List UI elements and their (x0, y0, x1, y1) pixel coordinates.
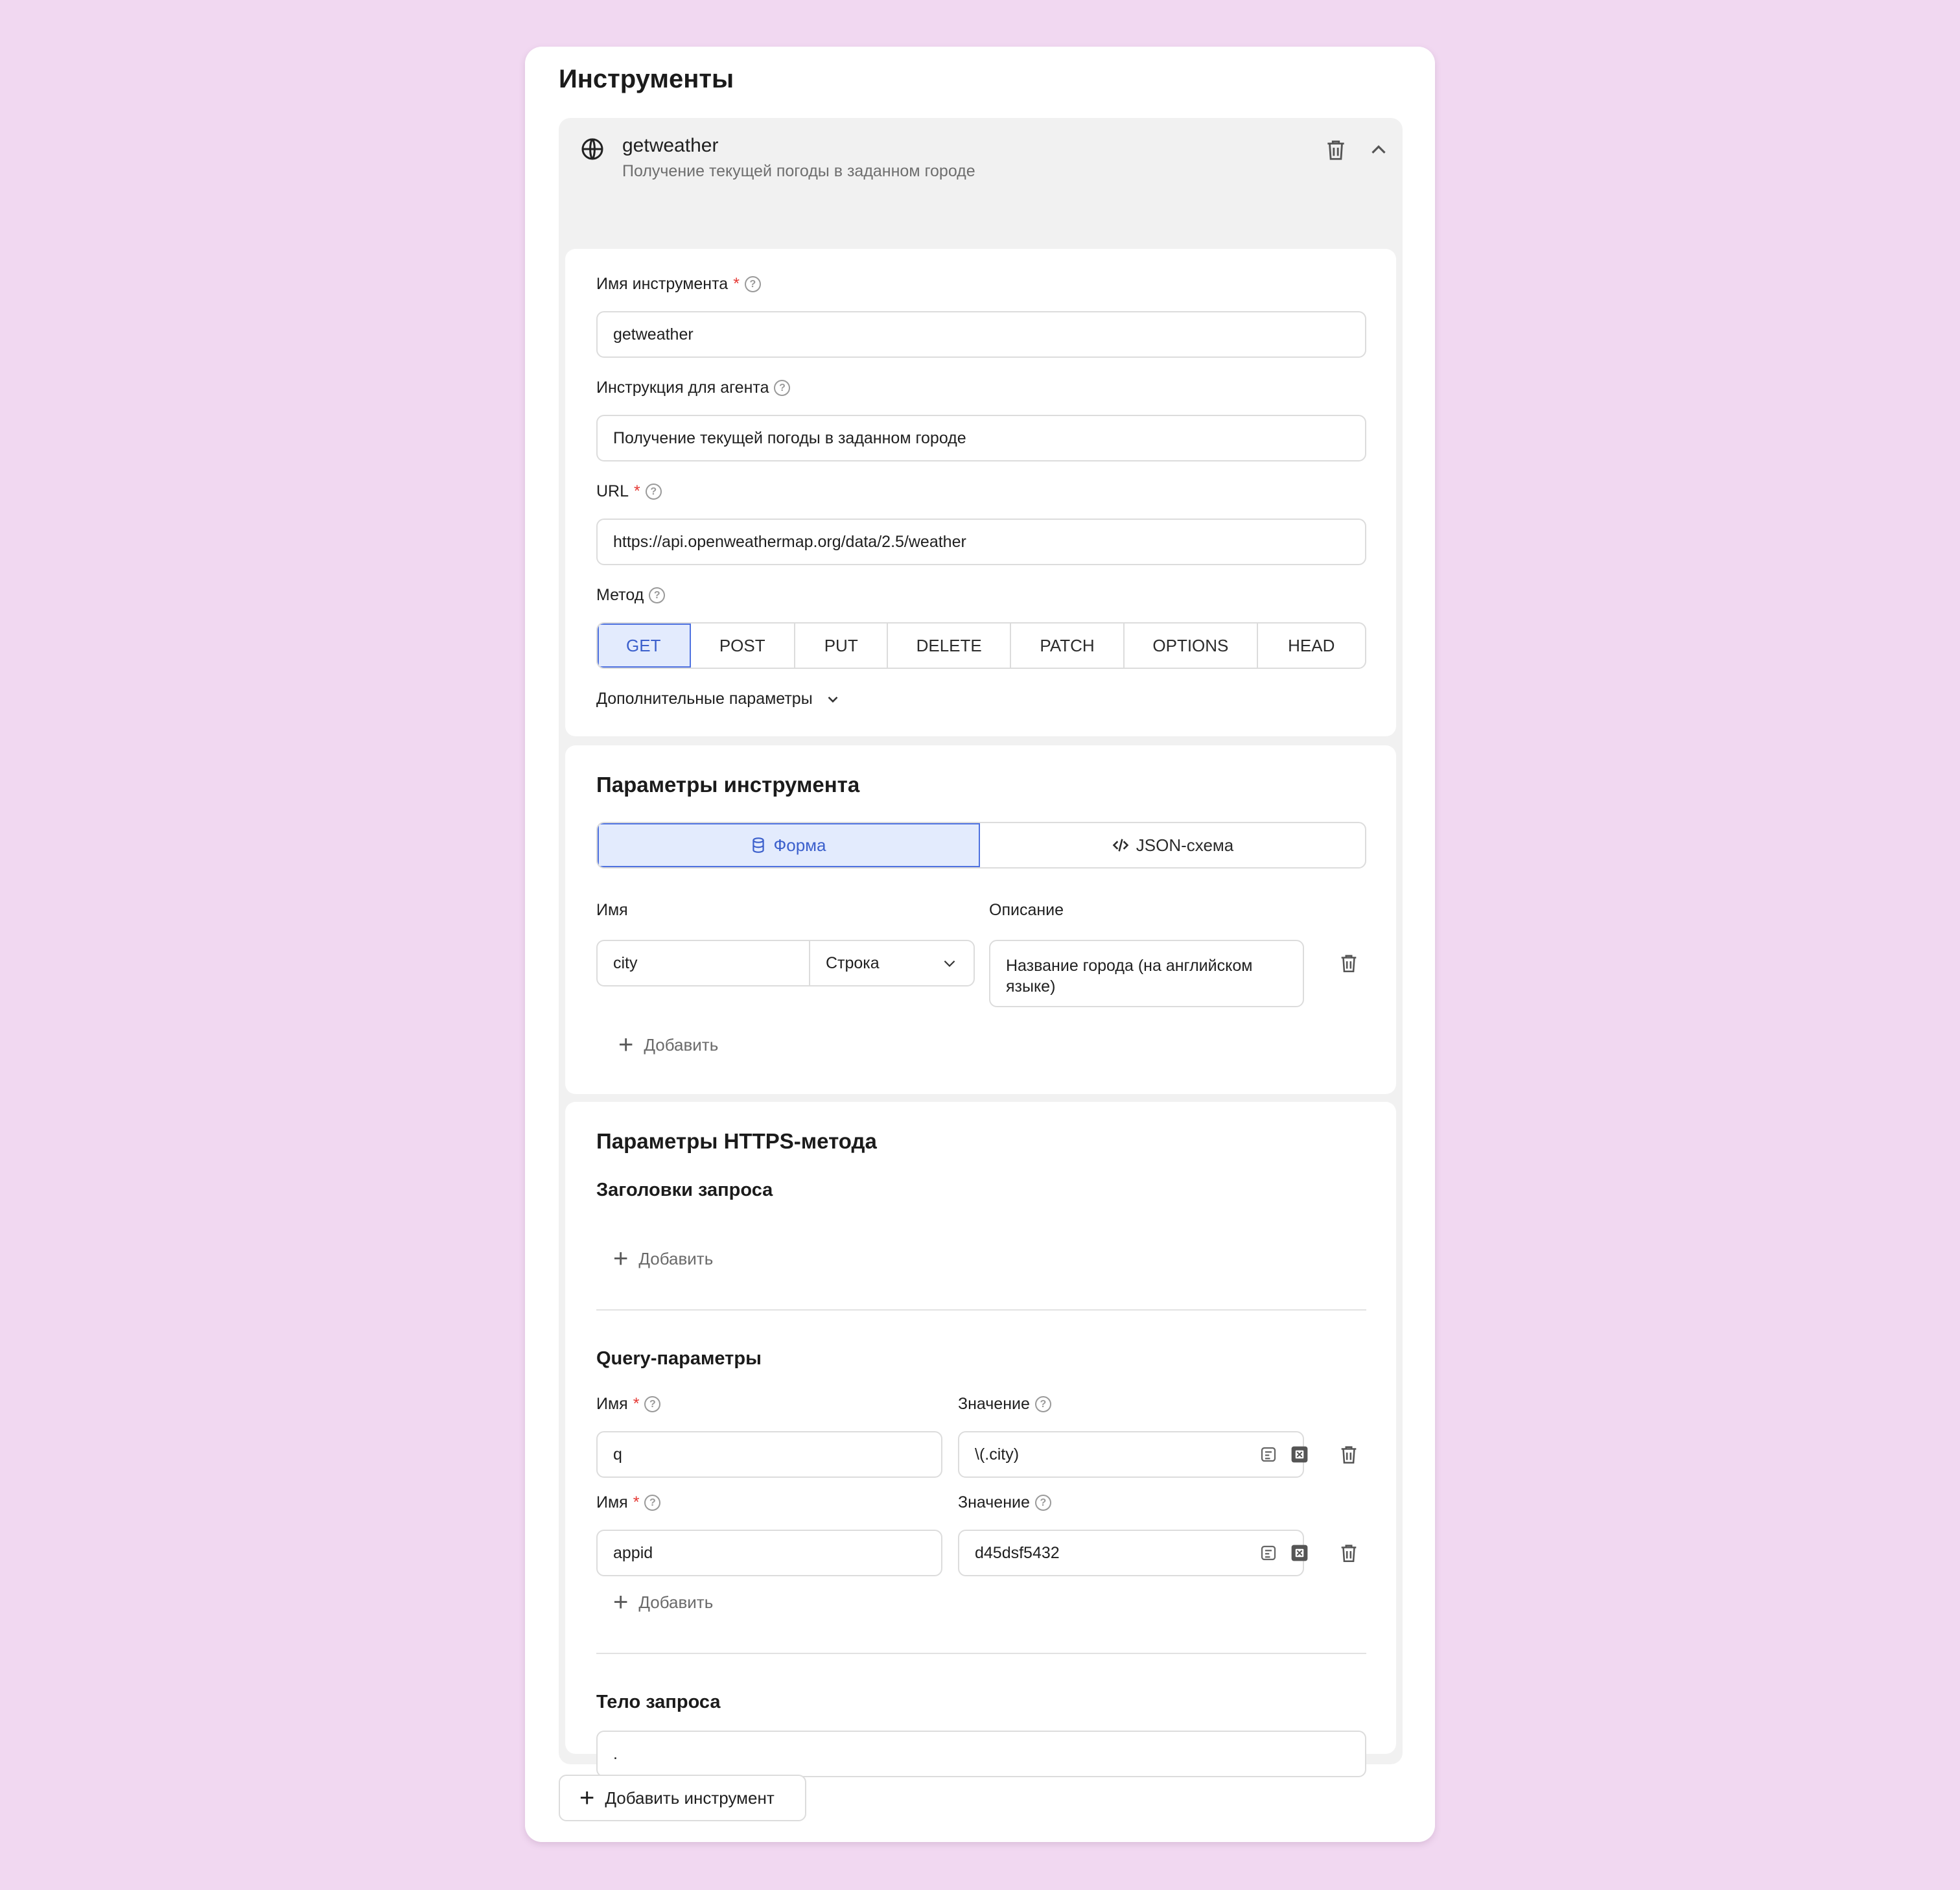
tool-name-label: Имя инструмента *? (596, 275, 761, 294)
method-head[interactable]: HEAD (1258, 624, 1365, 668)
chevron-up-icon[interactable] (1366, 137, 1391, 162)
param-name-input[interactable]: city (596, 940, 810, 986)
method-delete[interactable]: DELETE (888, 624, 1011, 668)
help-icon: ? (649, 587, 666, 603)
instruction-input[interactable]: Получение текущей погоды в заданном горо… (596, 415, 1366, 461)
database-icon (752, 837, 765, 853)
help-icon: ? (644, 1396, 661, 1412)
chevron-down-icon (944, 960, 955, 967)
method-options[interactable]: OPTIONS (1125, 624, 1258, 668)
method-put[interactable]: PUT (795, 624, 889, 668)
delete-query-icon[interactable] (1338, 1541, 1360, 1565)
help-icon: ? (1034, 1495, 1051, 1511)
url-input[interactable]: https://api.openweathermap.org/data/2.5/… (596, 519, 1366, 565)
query-name-label: Имя *? (596, 1395, 661, 1414)
request-body-input[interactable]: . (596, 1731, 1366, 1777)
query-name-input[interactable]: appid (596, 1530, 942, 1576)
tool-params-title: Параметры инструмента (596, 773, 860, 797)
chevron-down-icon (828, 696, 838, 703)
tool-params-section: Параметры инструмента Форма JSON-схема И… (565, 745, 1396, 1094)
help-icon: ? (644, 1495, 661, 1511)
tab-form[interactable]: Форма (598, 823, 981, 867)
query-value-label: Значение? (958, 1493, 1051, 1512)
plus-icon: + (613, 1244, 629, 1273)
plus-icon: + (613, 1588, 629, 1616)
method-get[interactable]: GET (598, 624, 691, 668)
delete-tool-icon[interactable] (1324, 137, 1348, 162)
query-name-label: Имя *? (596, 1493, 661, 1512)
method-post[interactable]: POST (691, 624, 795, 668)
method-patch[interactable]: PATCH (1011, 624, 1125, 668)
query-value-input[interactable]: \(.city) (958, 1431, 1304, 1478)
text-format-icon[interactable] (1259, 1445, 1278, 1464)
page-title: Инструменты (559, 65, 734, 93)
param-description-column: Описание (989, 901, 1064, 919)
tool-description: Получение текущей погоды в заданном горо… (622, 162, 975, 180)
add-tool-button[interactable]: + Добавить инструмент (559, 1775, 806, 1821)
basic-section: Имя инструмента *? getweather Инструкция … (565, 249, 1396, 736)
help-icon: ? (744, 276, 761, 292)
tools-card: Инструменты getweather Получение текущей… (525, 47, 1435, 1842)
params-mode-tabs: Форма JSON-схема (596, 822, 1366, 869)
help-icon: ? (774, 380, 791, 396)
tool-panel: getweather Получение текущей погоды в за… (559, 118, 1403, 1777)
divider (596, 1653, 1366, 1654)
globe-icon (581, 138, 603, 160)
plus-icon: + (579, 1784, 595, 1812)
method-label: Метод? (596, 586, 666, 605)
help-icon: ? (645, 484, 662, 500)
delete-param-icon[interactable] (1338, 951, 1360, 975)
secret-icon[interactable] (1290, 1543, 1309, 1563)
plus-icon: + (618, 1031, 634, 1059)
tool-name: getweather (622, 135, 719, 156)
tool-name-input[interactable]: getweather (596, 311, 1366, 358)
secret-icon[interactable] (1290, 1445, 1309, 1464)
url-label: URL *? (596, 482, 662, 501)
body-title: Тело запроса (596, 1692, 721, 1712)
add-header-button[interactable]: + Добавить (613, 1246, 713, 1272)
advanced-params-toggle[interactable]: Дополнительные параметры (596, 690, 841, 708)
delete-query-icon[interactable] (1338, 1443, 1360, 1466)
https-params-section: Параметры HTTPS-метода Заголовки запроса… (565, 1102, 1396, 1754)
param-type-select[interactable]: Строка (809, 940, 975, 986)
code-icon (1112, 839, 1129, 852)
method-selector: GET POST PUT DELETE PATCH OPTIONS HEAD (596, 622, 1366, 669)
query-value-label: Значение? (958, 1395, 1051, 1414)
instruction-label: Инструкция для агента? (596, 379, 791, 397)
query-params-title: Query-параметры (596, 1348, 762, 1369)
divider (596, 1309, 1366, 1311)
help-icon: ? (1034, 1396, 1051, 1412)
tab-json-schema[interactable]: JSON-схема (980, 823, 1365, 867)
param-name-column: Имя (596, 901, 628, 919)
add-query-button[interactable]: + Добавить (613, 1589, 713, 1615)
headers-title: Заголовки запроса (596, 1180, 773, 1200)
text-format-icon[interactable] (1259, 1543, 1278, 1563)
https-params-title: Параметры HTTPS-метода (596, 1129, 877, 1153)
param-description-input[interactable]: Название города (на английском языке) (989, 940, 1304, 1007)
add-param-button[interactable]: + Добавить (618, 1032, 718, 1058)
query-name-input[interactable]: q (596, 1431, 942, 1478)
query-value-input[interactable]: d45dsf5432 (958, 1530, 1304, 1576)
